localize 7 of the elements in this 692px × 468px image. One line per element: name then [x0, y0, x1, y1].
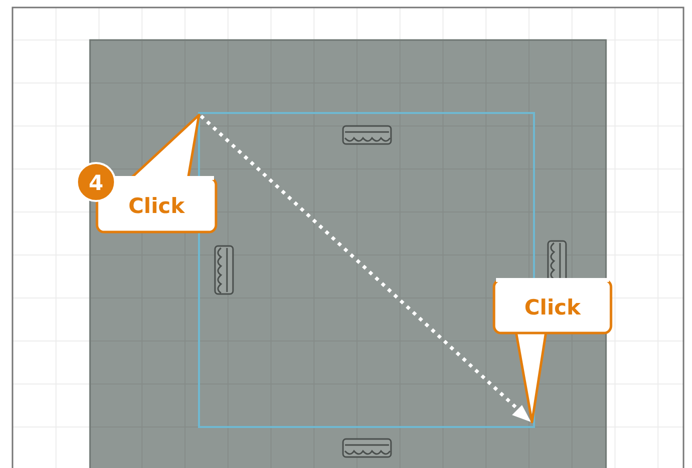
callout-text: Click: [128, 194, 185, 218]
wall-icon: [214, 245, 234, 295]
step-number: 4: [88, 171, 104, 195]
callout-text: Click: [524, 296, 581, 320]
wall-icon: [342, 125, 392, 145]
step-badge: [76, 162, 116, 202]
wall-icon: [342, 438, 392, 458]
